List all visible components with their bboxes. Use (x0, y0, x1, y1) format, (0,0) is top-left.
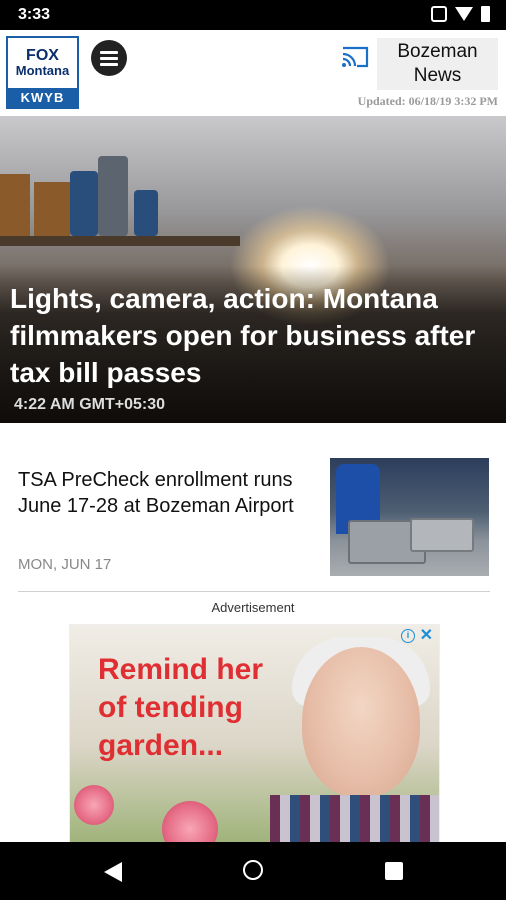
wifi-icon (455, 7, 473, 21)
menu-button[interactable] (91, 40, 127, 76)
ad-close-icon[interactable]: ✕ (420, 625, 433, 645)
home-icon[interactable] (243, 860, 263, 880)
back-icon[interactable] (104, 862, 122, 882)
status-time: 3:33 (18, 6, 51, 23)
hero-title[interactable]: Lights, camera, action: Montana filmmake… (10, 280, 490, 391)
hero-image-box (34, 182, 70, 236)
station-logo[interactable]: FOX Montana KWYB (6, 36, 79, 109)
hero-image-tank (134, 190, 158, 236)
thumbnail-bin (410, 518, 474, 552)
hero-image-shelf (0, 236, 240, 246)
ad-image-flower (162, 801, 218, 843)
hero-time: 4:22 AM GMT+05:30 (14, 396, 166, 413)
ad-image-face (302, 647, 420, 797)
article-title[interactable]: TSA PreCheck enrollment runs June 17-28 … (18, 467, 318, 519)
logo-brand: FOX Montana (8, 38, 77, 88)
battery-icon (481, 6, 490, 22)
hero-image-tank (70, 171, 98, 236)
article-thumbnail[interactable] (330, 458, 489, 576)
ad-headline[interactable]: Remind her of tending garden... (98, 651, 288, 765)
edition-button[interactable]: Bozeman News (377, 38, 498, 90)
menu-icon (100, 50, 118, 54)
status-icons (431, 6, 490, 22)
advertisement[interactable]: Remind her of tending garden... i ✕ (69, 624, 440, 844)
ad-image-shirt (270, 795, 439, 843)
updated-timestamp: Updated: 06/18/19 3:32 PM (357, 94, 498, 108)
edition-line2: News (413, 65, 462, 86)
edition-line1: Bozeman (397, 41, 478, 62)
ad-image-flower (74, 785, 114, 825)
hero-story[interactable]: Lights, camera, action: Montana filmmake… (0, 116, 506, 423)
ad-label: Advertisement (211, 600, 295, 615)
article-date: MON, JUN 17 (18, 556, 112, 573)
adchoices-icon[interactable]: i (401, 629, 415, 643)
status-bar: 3:33 (0, 0, 506, 30)
recent-apps-icon[interactable] (385, 862, 403, 880)
logo-line1: FOX (26, 47, 59, 64)
divider (18, 591, 490, 592)
vibrate-icon (431, 6, 447, 22)
logo-callsign: KWYB (8, 88, 77, 107)
article-item[interactable]: TSA PreCheck enrollment runs June 17-28 … (0, 455, 506, 579)
hero-image-box (0, 174, 30, 236)
navigation-bar (0, 842, 506, 900)
hero-image-tank (98, 156, 128, 236)
logo-line2: Montana (15, 63, 70, 78)
cast-icon[interactable] (341, 46, 369, 68)
